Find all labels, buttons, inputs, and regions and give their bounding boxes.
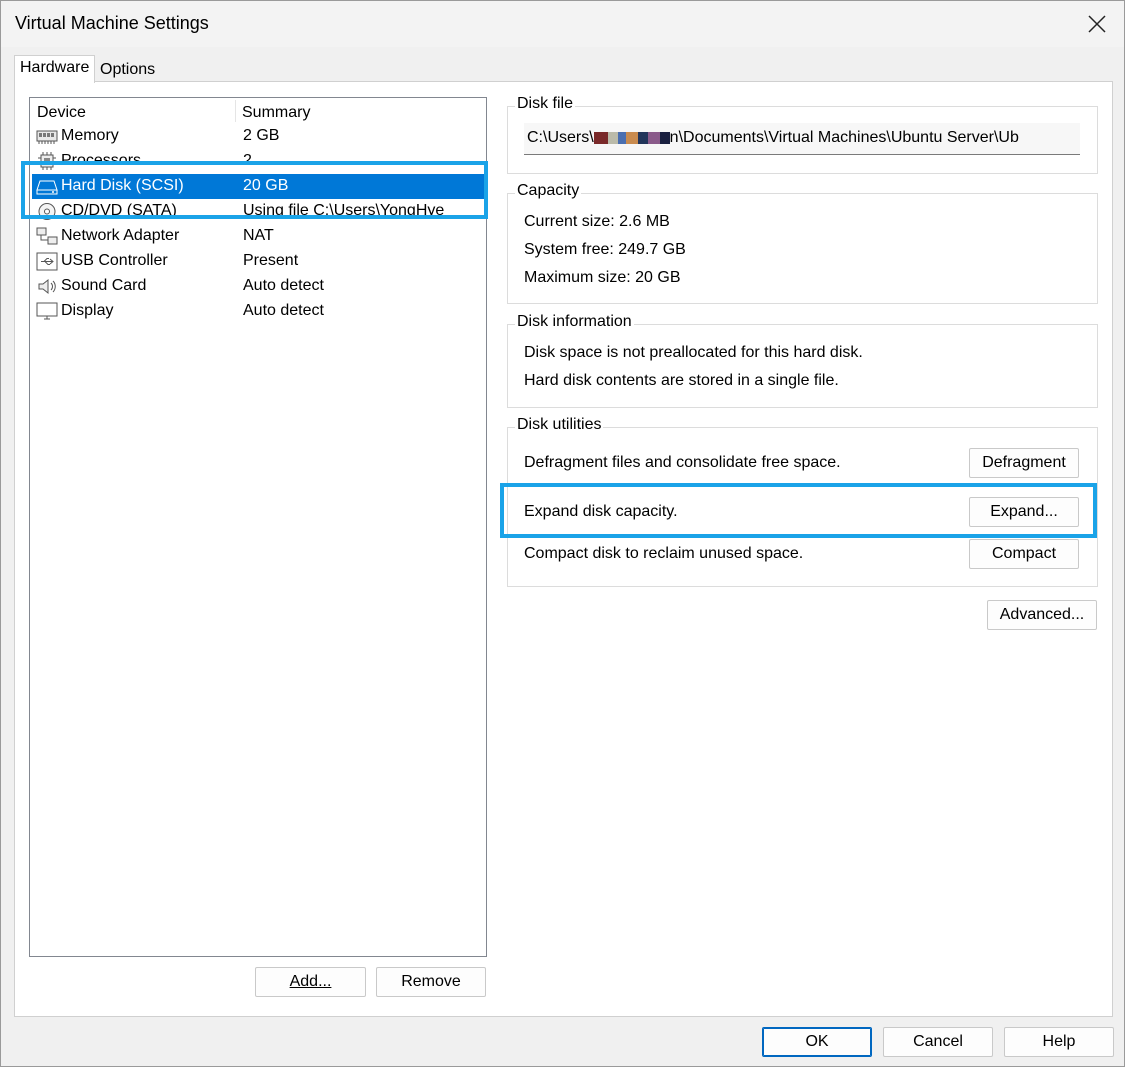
virtual-machine-settings-dialog: Virtual Machine Settings Hardware Option… [0, 0, 1125, 1067]
window-title: Virtual Machine Settings [15, 13, 209, 33]
device-name: Processors [61, 152, 142, 169]
compact-button[interactable]: Compact [969, 539, 1079, 569]
redacted-username [625, 131, 638, 144]
compact-description: Compact disk to reclaim unused space. [524, 545, 804, 562]
disk-file-label: Disk file [515, 95, 576, 113]
device-summary: 2 [243, 152, 252, 169]
device-row-display[interactable]: Display Auto detect [32, 299, 484, 324]
expand-description: Expand disk capacity. [524, 503, 678, 520]
redacted-username [659, 131, 670, 144]
disk-file-path-field[interactable]: C:\Users\ n\Documents\Virtual Machines\Ub… [524, 123, 1080, 155]
device-summary: Present [243, 252, 299, 269]
advanced-button-label: Advanced... [999, 606, 1085, 623]
defragment-button[interactable]: Defragment [969, 448, 1079, 478]
column-header-summary[interactable]: Summary [242, 104, 310, 122]
memory-icon [36, 130, 58, 144]
device-name: Memory [61, 127, 119, 144]
defragment-button-label: Defragment [982, 454, 1066, 471]
device-summary: Auto detect [243, 302, 324, 319]
usb-icon [36, 252, 58, 271]
disk-information-group: Disk information [507, 313, 1098, 408]
sound-card-icon [38, 278, 56, 295]
device-row-network-adapter[interactable]: Network Adapter NAT [32, 224, 484, 249]
device-summary: Auto detect [243, 277, 324, 294]
disk-information-label: Disk information [515, 313, 634, 331]
redacted-username [617, 131, 626, 144]
redacted-username [607, 131, 618, 144]
capacity-label: Capacity [515, 182, 582, 200]
network-adapter-icon [36, 227, 58, 245]
close-icon [1088, 15, 1106, 33]
cancel-button-label: Cancel [913, 1033, 963, 1050]
hard-disk-icon [36, 180, 58, 195]
disk-file-path-prefix: C:\Users\ [527, 129, 594, 146]
device-name: USB Controller [61, 252, 168, 269]
compact-button-label: Compact [991, 545, 1057, 562]
disk-utilities-label: Disk utilities [515, 416, 604, 434]
remove-device-button[interactable]: Remove [376, 967, 486, 997]
device-row-usb-controller[interactable]: USB Controller Present [32, 249, 484, 274]
display-icon [36, 302, 58, 320]
column-divider[interactable] [235, 100, 236, 122]
ok-button[interactable]: OK [762, 1027, 872, 1057]
defragment-description: Defragment files and consolidate free sp… [524, 454, 841, 471]
device-row-memory[interactable]: Memory 2 GB [32, 124, 484, 149]
processor-icon [38, 152, 56, 170]
device-row-processors[interactable]: Processors 2 [32, 149, 484, 174]
tab-options[interactable]: Options [95, 58, 160, 82]
redacted-username [593, 131, 608, 144]
help-button-label: Help [1042, 1033, 1076, 1050]
add-button-label: Add... [289, 973, 332, 990]
device-name: Display [61, 302, 114, 319]
device-list-header: Device Summary [30, 98, 486, 124]
device-row-sound-card[interactable]: Sound Card Auto detect [32, 274, 484, 299]
maximum-size-text: Maximum size: 20 GB [524, 269, 681, 286]
device-summary: NAT [243, 227, 274, 244]
expand-button-label: Expand... [990, 503, 1058, 520]
ok-button-label: OK [805, 1033, 829, 1050]
cancel-button[interactable]: Cancel [883, 1027, 993, 1057]
device-name: CD/DVD (SATA) [61, 202, 177, 219]
device-summary: Using file C:\Users\YongHye [243, 202, 445, 219]
add-device-button[interactable]: Add... [255, 967, 366, 997]
device-summary: 20 GB [243, 177, 289, 194]
system-free-text: System free: 249.7 GB [524, 241, 686, 258]
tab-hardware[interactable]: Hardware [14, 55, 96, 83]
device-row-hard-disk[interactable]: Hard Disk (SCSI) 20 GB [32, 174, 484, 199]
device-summary: 2 GB [243, 127, 280, 144]
redacted-username [637, 131, 648, 144]
current-size-text: Current size: 2.6 MB [524, 213, 670, 230]
disk-info-line-1: Disk space is not preallocated for this … [524, 344, 863, 361]
help-button[interactable]: Help [1004, 1027, 1114, 1057]
advanced-button[interactable]: Advanced... [987, 600, 1097, 630]
disk-file-path-suffix: n\Documents\Virtual Machines\Ubuntu Serv… [669, 129, 1019, 146]
column-header-device[interactable]: Device [37, 104, 86, 122]
title-bar: Virtual Machine Settings [1, 1, 1124, 47]
device-name: Network Adapter [61, 227, 180, 244]
device-name: Hard Disk (SCSI) [61, 177, 184, 194]
expand-button[interactable]: Expand... [969, 497, 1079, 527]
cd-dvd-icon [38, 203, 56, 220]
device-list[interactable]: Device Summary Memory 2 GB Processors 2 [29, 97, 487, 957]
close-button[interactable] [1080, 7, 1114, 41]
redacted-username [647, 131, 660, 144]
remove-button-label: Remove [401, 973, 461, 990]
device-row-cd-dvd[interactable]: CD/DVD (SATA) Using file C:\Users\YongHy… [32, 199, 484, 224]
device-name: Sound Card [61, 277, 147, 294]
disk-info-line-2: Hard disk contents are stored in a singl… [524, 372, 839, 389]
